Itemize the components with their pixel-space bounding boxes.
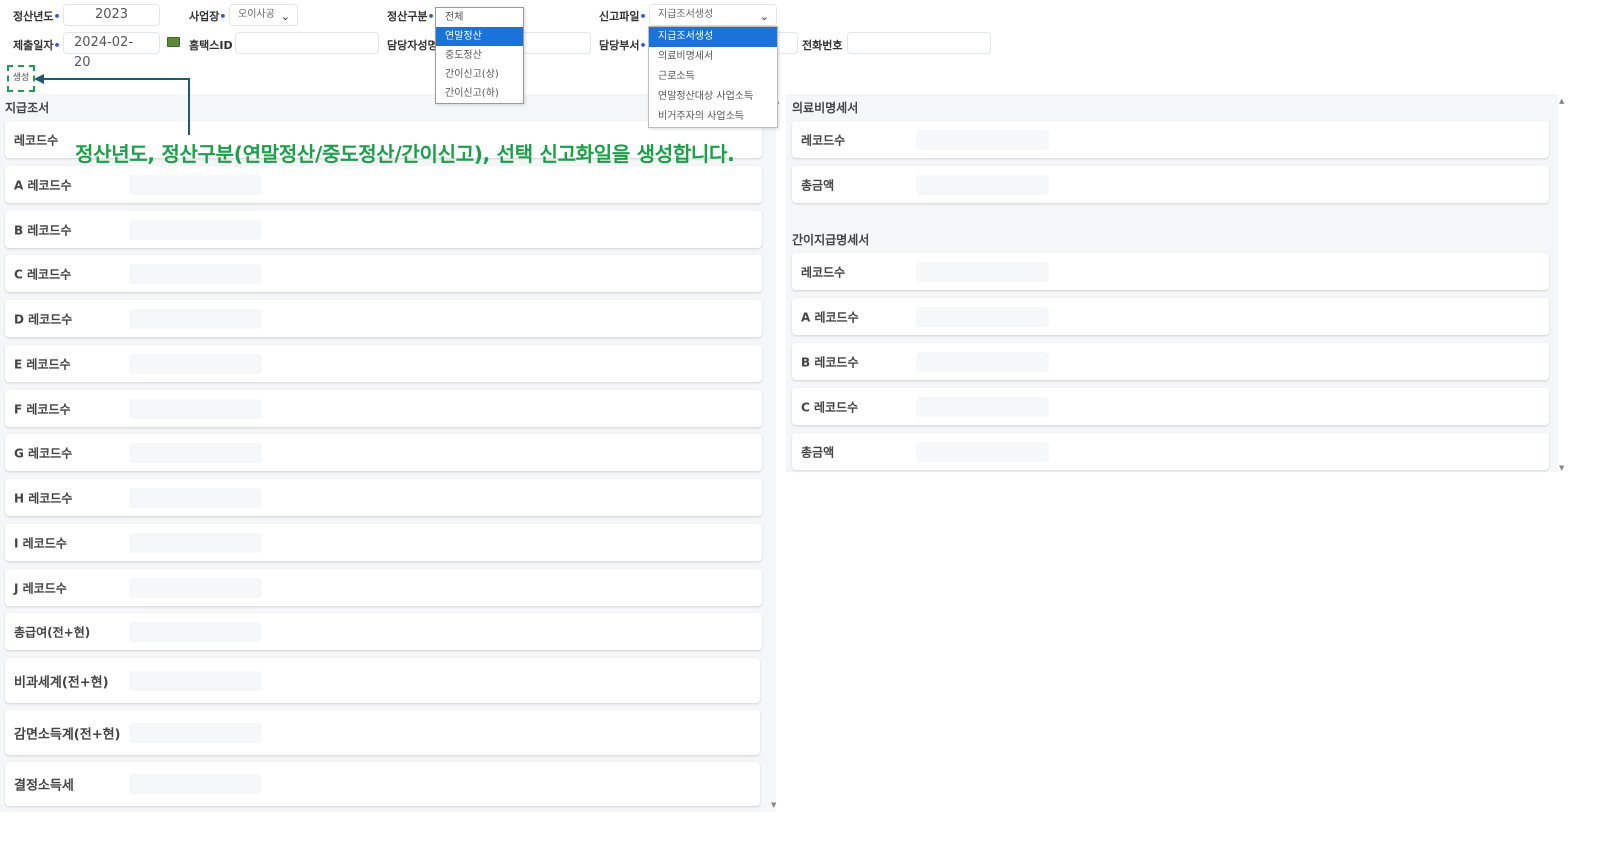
report-file-select[interactable]: 지급조서생성 ⌄ <box>649 4 777 26</box>
list-item: 총금액 <box>792 433 1549 470</box>
value-field <box>129 398 262 419</box>
manager-label: 담당자성명 <box>387 39 438 52</box>
list-item: B 레코드수 <box>5 211 762 248</box>
settle-type-option[interactable]: 연말정산 <box>436 27 523 46</box>
list-item: A 레코드수 <box>5 166 762 203</box>
settle-type-option[interactable]: 간이신고(상) <box>436 65 523 84</box>
value-field <box>129 442 262 463</box>
list-item: B 레코드수 <box>792 343 1549 380</box>
settle-type-dropdown[interactable]: 전체 연말정산 중도정산 간이신고(상) 간이신고(하) <box>435 7 524 104</box>
list-item: 레코드수 <box>792 121 1549 158</box>
value-field <box>129 532 262 553</box>
list-item: 결정소득세 <box>5 762 760 806</box>
list-item: 총급여(전+현) <box>5 613 762 650</box>
list-item: J 레코드수 <box>5 569 762 606</box>
list-item: E 레코드수 <box>5 345 762 382</box>
value-field <box>129 670 262 691</box>
report-file-label: 신고파일• <box>599 10 647 23</box>
value-field <box>129 487 262 508</box>
settle-type-option[interactable]: 전체 <box>436 8 523 27</box>
list-item: D 레코드수 <box>5 300 762 337</box>
hometax-input[interactable] <box>235 32 379 54</box>
list-item: F 레코드수 <box>5 390 762 427</box>
value-field <box>916 129 1049 150</box>
list-item: 레코드수 <box>792 253 1549 290</box>
list-item: G 레코드수 <box>5 434 762 471</box>
chevron-down-icon: ⌄ <box>759 10 769 23</box>
dept-input[interactable] <box>776 32 798 54</box>
list-item: 비과세계(전+현) <box>5 658 760 703</box>
report-file-option[interactable]: 지급조서생성 <box>649 27 777 47</box>
workplace-select[interactable]: 오이사공 ⌄ <box>229 4 298 26</box>
scroll-down-icon[interactable]: ▼ <box>771 801 776 809</box>
value-field <box>129 174 262 195</box>
value-field <box>129 577 262 598</box>
dept-label: 담당부서• <box>599 39 647 52</box>
value-field <box>129 621 262 642</box>
value-field <box>916 306 1049 327</box>
list-item: A 레코드수 <box>792 298 1549 335</box>
report-file-option[interactable]: 비거주자의 사업소득 <box>649 107 777 127</box>
value-field <box>129 219 262 240</box>
value-field <box>129 353 262 374</box>
annotation-arrow <box>34 74 190 135</box>
report-file-option[interactable]: 의료비명세서 <box>649 47 777 67</box>
value-field <box>916 174 1049 195</box>
phone-label: 전화번호 <box>802 39 843 52</box>
phone-input[interactable] <box>847 32 991 54</box>
report-file-dropdown[interactable]: 지급조서생성 의료비명세서 근로소득 연말정산대상 사업소득 비거주자의 사업소… <box>648 26 778 128</box>
value-field <box>129 774 262 794</box>
list-item: 총금액 <box>792 166 1549 203</box>
section-title-medical: 의료비명세서 <box>792 101 859 115</box>
list-item: C 레코드수 <box>5 255 762 292</box>
value-field <box>916 351 1049 372</box>
list-item: 감면소득계(전+현) <box>5 710 760 755</box>
section-title-simple: 간이지급명세서 <box>792 233 870 247</box>
annotation-text: 정산년도, 정산구분(연말정산/중도정산/간이신고), 선택 신고화일을 생성합… <box>75 142 735 166</box>
report-file-option[interactable]: 연말정산대상 사업소득 <box>649 87 777 107</box>
settle-type-option[interactable]: 간이신고(하) <box>436 84 523 103</box>
settle-type-label: 정산구분• <box>387 10 435 23</box>
chevron-down-icon: ⌄ <box>280 10 290 23</box>
value-field <box>129 263 262 284</box>
list-item: C 레코드수 <box>792 388 1549 425</box>
list-item: I 레코드수 <box>5 524 762 561</box>
report-file-option[interactable]: 근로소득 <box>649 67 777 87</box>
settle-type-option[interactable]: 중도정산 <box>436 46 523 65</box>
value-field <box>916 441 1049 462</box>
value-field <box>129 308 262 329</box>
value-field <box>916 396 1049 417</box>
value-field <box>129 722 262 743</box>
value-field <box>916 261 1049 282</box>
list-item: H 레코드수 <box>5 479 762 516</box>
manager-input[interactable] <box>522 32 591 54</box>
scroll-down-icon[interactable]: ▼ <box>1559 464 1564 472</box>
scroll-up-icon[interactable]: ▲ <box>1559 97 1564 105</box>
